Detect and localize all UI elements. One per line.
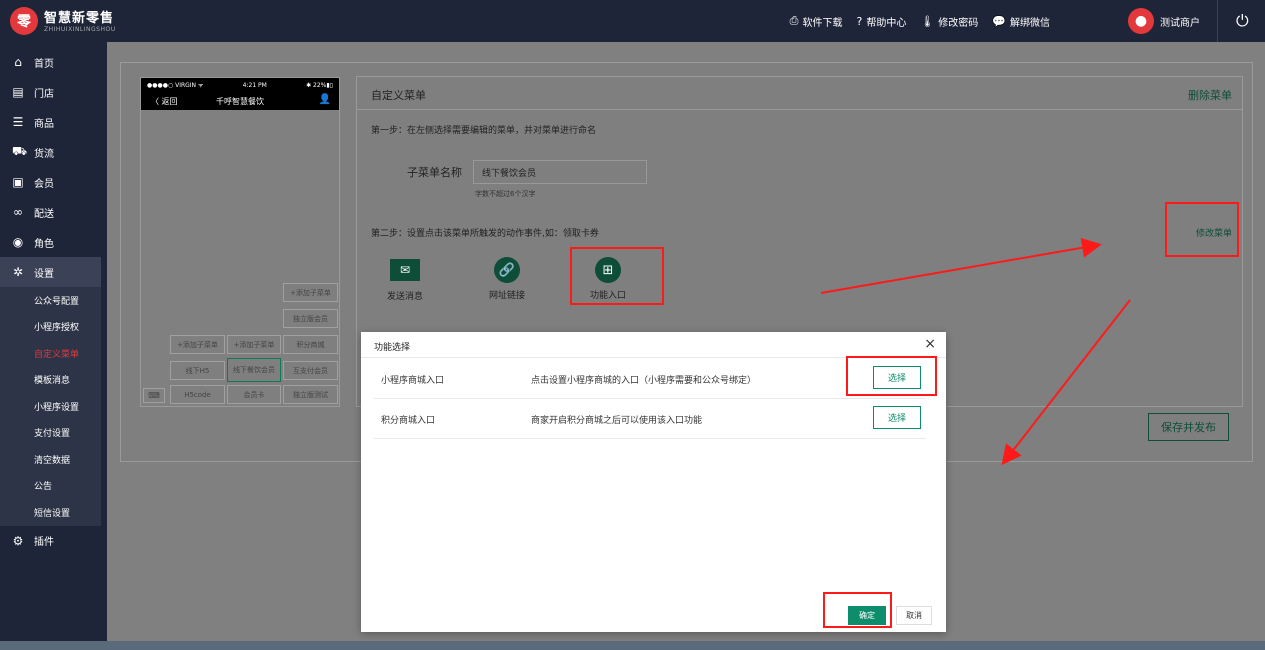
sidebar-item-store[interactable]: ▤ 门店 [0,77,107,107]
top-nav-help[interactable]: ? 帮助中心 [856,14,906,29]
submenu-name-input[interactable] [473,160,647,184]
menu-item-h5code[interactable]: H5code [170,385,225,404]
brand-name-en: ZHIHUIXINLINGSHOU [44,26,116,33]
function-name: 小程序商城入口 [381,376,445,386]
sidebar-item-delivery[interactable]: ∞ 配送 [0,197,107,227]
thermometer-icon: 🌡 [920,14,935,28]
action-url-link[interactable]: 🔗 网址链接 [489,257,525,301]
sidebar-item-home[interactable]: ⌂ 首页 [0,47,107,77]
sidebar-sub-sms-settings[interactable]: 短信设置 [0,499,101,526]
function-desc: 商家开启积分商城之后可以使用该入口功能 [531,416,703,426]
menu-add-sub-col1[interactable]: +添加子菜单 [170,335,225,354]
menu-item-standalone-member[interactable]: 独立版会员 [283,309,338,328]
sidebar-item-role[interactable]: ◉ 角色 [0,227,107,257]
sidebar-item-plugin[interactable]: ⚙ 插件 [0,526,107,556]
function-name: 积分商城入口 [381,416,436,426]
home-icon: ⌂ [14,55,22,69]
step2-instruction: 第二步：设置点击该菜单所触发的动作事件,如：领取卡券 [371,229,599,239]
help-icon: ? [856,14,863,28]
truck-icon: ⛟ [12,144,28,158]
user-icon: 👤 [318,94,331,105]
menu-add-sub-col3[interactable]: +添加子菜单 [283,283,338,302]
function-desc: 点击设置小程序商城的入口（小程序需要和公众号绑定） [531,376,757,386]
menu-item-member-card[interactable]: 会员卡 [227,385,281,404]
top-nav-password[interactable]: 🌡 修改密码 [920,14,978,29]
phone-status-bar: ●●●●○ VIRGIN ᯤ 4:21 PM ✱ 22%▮▯ [141,78,339,92]
chat-icon: 💬 [992,14,1006,28]
menu-item-points-mall[interactable]: 积分商城 [283,335,338,354]
sidebar-sub-custom-menu[interactable]: 自定义菜单 [0,340,101,367]
envelope-icon: ✉ [390,259,420,281]
submenu-name-label: 子菜单名称 [407,166,462,179]
sidebar-sub-clear-data[interactable]: 清空数据 [0,446,101,473]
user-circle-icon: ◉ [12,235,24,249]
sidebar: ⌂ 首页 ▤ 门店 ☰ 商品 ⛟ 货流 ▣ 会员 ∞ 配送 ◉ 角色 ✲ 设置 公众号配置 小程… [0,42,107,650]
cancel-button[interactable]: 取消 [896,606,932,625]
gears-icon: ⚙ [12,533,24,548]
taskbar-strip [0,641,1265,650]
avatar-icon: ● [1128,8,1154,34]
sidebar-sub-miniprogram-settings[interactable]: 小程序设置 [0,393,101,420]
edit-panel-header: 自定义菜单 删除菜单 [357,77,1242,110]
user-menu[interactable]: ● 测试商户 [1128,8,1200,34]
delete-menu-link[interactable]: 删除菜单 [1188,87,1232,103]
brand-name-cn: 智慧新零售 [44,11,115,26]
user-name: 测试商户 [1160,17,1200,29]
sidebar-sub-official-account[interactable]: 公众号配置 [0,287,101,314]
top-bar: 零 智慧新零售 ZHIHUIXINLINGSHOU ⎙ 软件下载 ? 帮助中心 🌡 修… [0,0,1265,42]
action-send-message[interactable]: ✉ 发送消息 [387,257,423,302]
keyboard-icon[interactable]: ⌨ [143,388,165,403]
sidebar-sub-announcement[interactable]: 公告 [0,472,101,499]
annotation-box-select [846,356,937,396]
sidebar-item-logistics[interactable]: ⛟ 货流 [0,137,107,167]
annotation-box-function-entry [570,247,664,305]
submenu-name-hint: 字数不超过6个汉字 [475,190,536,198]
sidebar-item-member[interactable]: ▣ 会员 [0,167,107,197]
phone-title: 千呼智慧餐饮 [216,97,264,106]
close-icon[interactable]: × [924,336,936,352]
annotation-box-modify-menu [1165,202,1239,257]
sidebar-item-goods[interactable]: ☰ 商品 [0,107,107,137]
sidebar-sub-payment-settings[interactable]: 支付设置 [0,419,101,446]
gear-icon: ✲ [12,265,24,279]
bike-icon: ∞ [13,205,23,219]
list-item: 积分商城入口 商家开启积分商城之后可以使用该入口功能 选择 [374,399,926,439]
sidebar-sub-miniprogram-auth[interactable]: 小程序授权 [0,313,101,340]
menu-item-pay-member[interactable]: 互支付会员 [283,361,338,380]
step1-instruction: 第一步：在左侧选择需要编辑的菜单，并对菜单进行命名 [371,126,597,136]
brand-name: 智慧新零售 ZHIHUIXINLINGSHOU [44,7,116,33]
modal-title: 功能选择 [374,343,411,353]
annotation-box-confirm [823,592,892,628]
menu-add-sub-col2[interactable]: +添加子菜单 [227,335,281,354]
edit-panel-title: 自定义菜单 [371,89,426,102]
modal-header: 功能选择 × [361,332,946,358]
power-icon[interactable]: ⏻ [1236,11,1249,31]
menu-item-offline-h5[interactable]: 线下H5 [170,361,225,380]
menu-item-offline-dining-member[interactable]: 线下餐饮会员 [227,358,281,382]
menu-item-standalone-test[interactable]: 独立版测试 [283,385,338,404]
top-nav-unbind-wechat[interactable]: 💬 解绑微信 [992,14,1050,29]
divider [1217,0,1218,42]
top-nav: ⎙ 软件下载 ? 帮助中心 🌡 修改密码 💬 解绑微信 [790,0,1050,42]
printer-icon: ⎙ [789,14,799,27]
phone-header: 〈 返回 千呼智慧餐饮 👤 [141,92,339,110]
brand-logo-icon[interactable]: 零 [10,7,38,35]
sidebar-item-settings[interactable]: ✲ 设置 [0,257,101,287]
id-card-icon: ▣ [12,175,24,189]
select-points-mall-button[interactable]: 选择 [873,406,921,429]
sidebar-sub-template-message[interactable]: 模板消息 [0,366,101,393]
top-nav-download[interactable]: ⎙ 软件下载 [790,14,843,29]
save-publish-button[interactable]: 保存并发布 [1148,413,1229,441]
list-item: 小程序商城入口 点击设置小程序商城的入口（小程序需要和公众号绑定） 选择 [374,359,926,399]
store-icon: ▤ [12,85,24,99]
list-icon: ☰ [12,115,24,129]
link-icon: 🔗 [494,257,520,283]
